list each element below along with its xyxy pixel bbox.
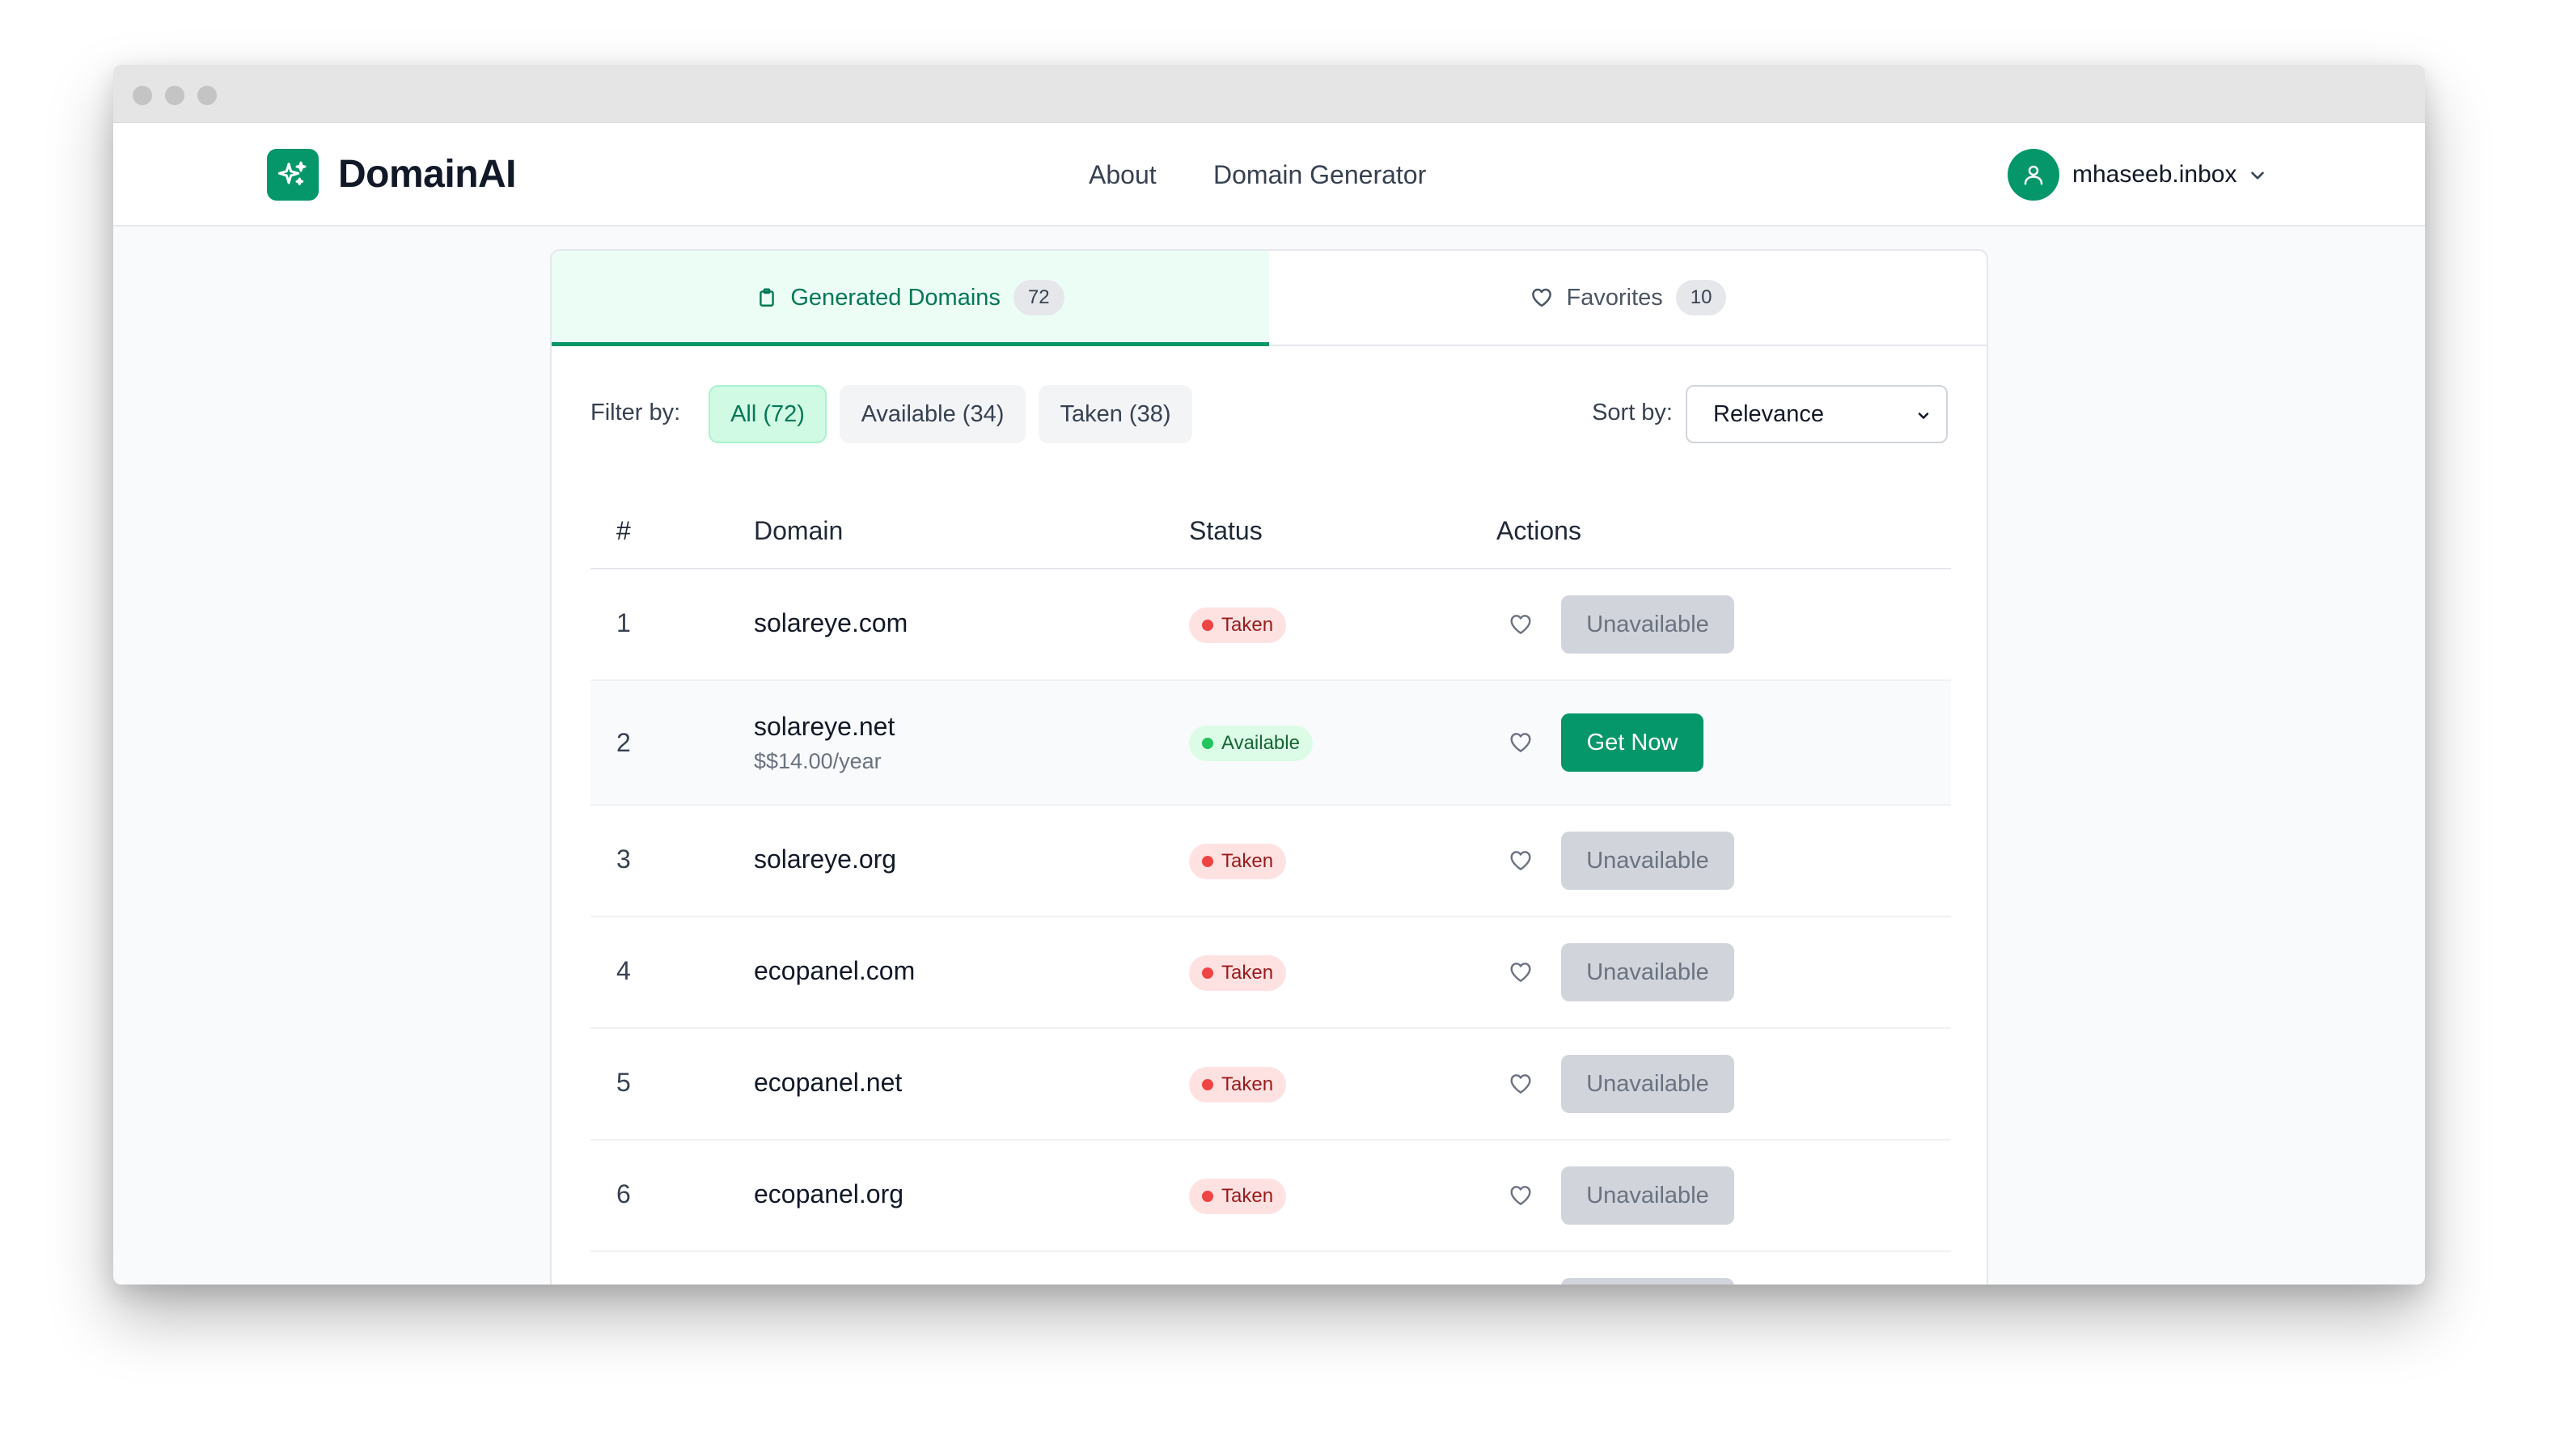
sparkles-icon xyxy=(277,161,307,186)
app-name[interactable]: DomainAI xyxy=(338,152,517,197)
status-dot xyxy=(1202,1079,1213,1090)
table-row-partial xyxy=(590,1252,1951,1285)
results-card: Generated Domains 72 Favorites 10 Filter… xyxy=(550,249,1988,1285)
domain-name: ecopanel.org xyxy=(754,1179,904,1208)
get-now-button[interactable]: Get Now xyxy=(1561,713,1703,772)
unavailable-button[interactable]: Unavailable xyxy=(1561,1055,1734,1113)
row-number: 2 xyxy=(616,728,631,757)
unavailable-button[interactable]: Unavailable xyxy=(1561,595,1734,654)
status-badge-taken: Taken xyxy=(1189,955,1287,991)
heart-icon[interactable] xyxy=(1508,730,1534,756)
status-badge-taken: Taken xyxy=(1189,844,1287,879)
row-number: 6 xyxy=(616,1179,631,1208)
status-badge-available: Available xyxy=(1189,726,1313,761)
user-name[interactable]: mhaseeb.inbox xyxy=(2072,159,2236,191)
status-badge-taken: Taken xyxy=(1189,1179,1287,1214)
status-dot xyxy=(1202,620,1213,631)
tab-favorites-label: Favorites xyxy=(1566,284,1663,311)
domain-name: solareye.org xyxy=(754,844,897,874)
window-zoom-dot[interactable] xyxy=(197,86,217,105)
column-header-number: # xyxy=(616,516,631,545)
table-row: 1 solareye.com Taken Unavailable xyxy=(590,569,1951,681)
sort-select[interactable]: Relevance xyxy=(1686,385,1948,443)
nav-link-domain-generator[interactable]: Domain Generator xyxy=(1213,159,1426,191)
filter-chip-available[interactable]: Available (34) xyxy=(840,385,1026,443)
status-dot xyxy=(1202,967,1213,979)
status-badge-taken: Taken xyxy=(1189,1067,1287,1103)
tab-favorites[interactable]: Favorites 10 xyxy=(1269,251,1987,345)
row-number: 5 xyxy=(616,1068,631,1097)
domain-name: ecopanel.net xyxy=(754,1068,903,1097)
domain-name: solareye.com xyxy=(754,608,908,637)
top-navbar: DomainAI About Domain Generator mhaseeb.… xyxy=(113,123,2425,226)
tab-generated-count: 72 xyxy=(1013,280,1064,315)
unavailable-button[interactable]: Unavailable xyxy=(1561,943,1734,1001)
user-avatar[interactable] xyxy=(2008,149,2059,201)
chevron-down-icon xyxy=(1918,413,1929,419)
domain-name: ecopanel.com xyxy=(754,956,916,985)
filter-chip-taken[interactable]: Taken (38) xyxy=(1039,385,1192,443)
browser-window: DomainAI About Domain Generator mhaseeb.… xyxy=(113,65,2425,1285)
user-icon xyxy=(2024,165,2043,185)
unavailable-button[interactable]: Unavailable xyxy=(1561,832,1734,890)
status-text: Available xyxy=(1221,732,1300,754)
window-minimize-dot[interactable] xyxy=(165,86,184,105)
domain-name: solareye.net xyxy=(754,712,895,741)
logo-badge[interactable] xyxy=(267,149,319,201)
table-header: # Domain Status Actions xyxy=(590,493,1951,569)
status-dot xyxy=(1202,1191,1213,1202)
status-dot xyxy=(1202,856,1213,867)
status-text: Taken xyxy=(1221,614,1274,636)
unavailable-button[interactable]: Unavailable xyxy=(1561,1166,1734,1225)
heart-icon[interactable] xyxy=(1508,1071,1534,1097)
tab-generated-label: Generated Domains xyxy=(790,284,1001,311)
nav-link-about[interactable]: About xyxy=(1089,159,1157,191)
row-number: 3 xyxy=(616,844,631,874)
filter-chip-all[interactable]: All (72) xyxy=(709,385,827,443)
heart-icon[interactable] xyxy=(1508,959,1534,985)
filter-bar: Filter by: All (72) Available (34) Taken… xyxy=(590,385,1948,443)
tab-favorites-count: 10 xyxy=(1675,280,1727,315)
filter-label: Filter by: xyxy=(590,400,681,425)
status-text: Taken xyxy=(1221,850,1274,872)
status-text: Taken xyxy=(1221,1073,1274,1095)
unavailable-button[interactable] xyxy=(1561,1278,1734,1285)
results-tabs: Generated Domains 72 Favorites 10 xyxy=(552,251,1987,346)
sort-label: Sort by: xyxy=(1592,400,1673,425)
heart-icon[interactable] xyxy=(1508,848,1534,874)
table-row: 2 solareye.net $$14.00/year Available Ge… xyxy=(590,681,1951,806)
table-row: 6 ecopanel.org Taken Unavailable xyxy=(590,1141,1951,1252)
column-header-actions: Actions xyxy=(1496,516,1581,545)
sort-select-value: Relevance xyxy=(1713,400,1825,427)
heart-icon[interactable] xyxy=(1508,1183,1534,1208)
domain-price: $$14.00/year xyxy=(754,749,882,773)
status-badge-taken: Taken xyxy=(1189,607,1287,643)
tab-generated-domains[interactable]: Generated Domains 72 xyxy=(552,251,1269,346)
clipboard-icon xyxy=(760,288,775,307)
window-close-dot[interactable] xyxy=(133,86,152,105)
domains-table: # Domain Status Actions 1 solareye.com T… xyxy=(590,493,1951,1285)
column-header-status: Status xyxy=(1189,516,1263,545)
heart-icon xyxy=(1531,288,1551,307)
row-number: 1 xyxy=(616,608,631,637)
status-text: Taken xyxy=(1221,1185,1274,1207)
table-row: 5 ecopanel.net Taken Unavailable xyxy=(590,1029,1951,1141)
chevron-down-icon[interactable] xyxy=(2247,165,2268,186)
table-row: 4 ecopanel.com Taken Unavailable xyxy=(590,917,1951,1029)
heart-icon[interactable] xyxy=(1508,612,1534,637)
column-header-domain: Domain xyxy=(754,516,844,545)
window-titlebar xyxy=(113,65,2425,123)
row-number: 4 xyxy=(616,956,631,985)
status-dot xyxy=(1202,738,1213,749)
table-row: 3 solareye.org Taken Unavailable xyxy=(590,806,1951,917)
status-text: Taken xyxy=(1221,962,1274,984)
